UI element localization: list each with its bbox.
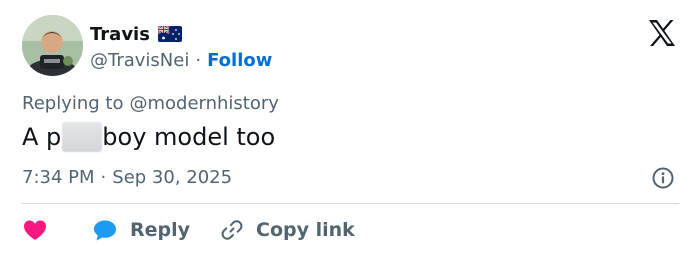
user-handle[interactable]: @TravisNei [90,50,189,71]
copy-link-label: Copy link [256,219,355,241]
tweet-text: A p boy model too [22,122,275,152]
replying-to-label: Replying to [22,93,124,114]
divider [22,203,679,204]
reply-label: Reply [130,219,191,241]
chat-bubble-icon [94,220,116,241]
action-bar: Reply Copy link [22,215,355,245]
info-icon[interactable] [651,166,675,190]
australia-flag-icon [157,26,182,42]
reply-mention-link[interactable]: @modernhistory [129,93,278,114]
separator-dot: · [195,49,202,71]
follow-button[interactable]: Follow [207,50,272,71]
redacted-text-blur [62,122,103,152]
tweet-date: Sep 30, 2025 [112,167,233,188]
tweet-time: 7:34 PM [22,167,95,188]
heart-icon [24,220,46,240]
name-row: Travis [90,21,182,47]
replying-to: Replying to @modernhistory [22,93,279,114]
x-logo-icon[interactable] [646,18,678,48]
tweet-text-start: A p [22,123,62,151]
display-name[interactable]: Travis [90,24,150,45]
link-icon [221,220,243,240]
timestamp[interactable]: 7:34 PM · Sep 30, 2025 [22,167,232,188]
copy-link-button[interactable]: Copy link [190,218,355,242]
tweet-text-end: boy model too [102,123,276,151]
handle-row: @TravisNei · Follow [90,47,272,73]
like-button[interactable] [22,218,48,242]
avatar[interactable] [22,15,83,76]
tweet-card: Travis @TravisNei · Follow Replying to @… [0,0,700,256]
reply-button[interactable]: Reply [48,218,190,242]
timestamp-separator: · [100,167,107,188]
